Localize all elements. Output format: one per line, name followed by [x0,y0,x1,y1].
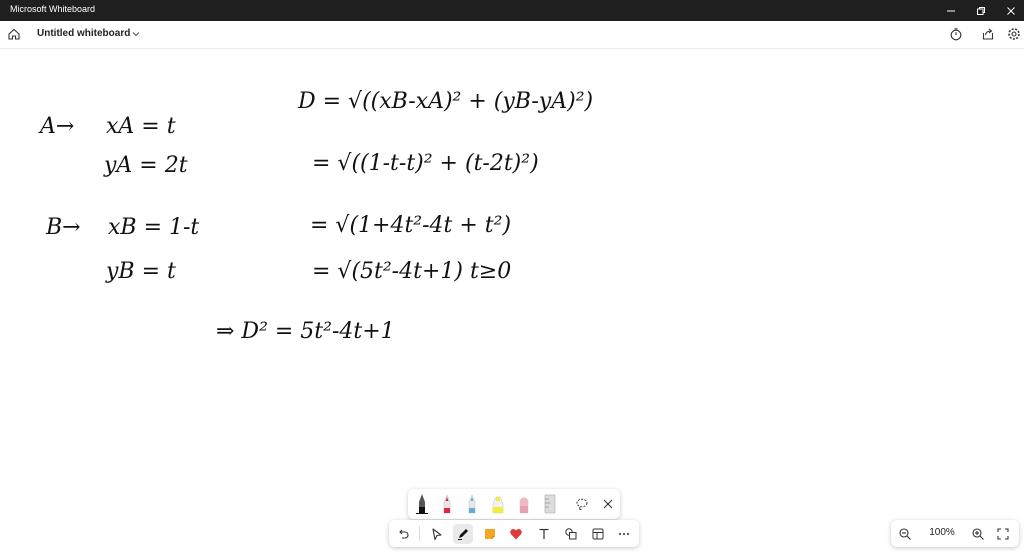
note-icon [485,529,495,539]
templates-tool[interactable] [588,524,608,544]
zoom-in-button[interactable] [968,524,988,544]
zoom-out-icon [899,528,911,540]
pen-tool[interactable] [453,524,473,544]
lasso-icon [576,498,588,511]
yellow-highlighter[interactable] [488,493,508,514]
ink-xa: xA = t [106,114,176,139]
app-header: Untitled whiteboard [0,21,1024,49]
ink-layer: A→ xA = t yA = 2t B→ xB = 1-t yB = t D =… [38,89,593,344]
ink-label-a: A→ [38,114,74,139]
select-icon [432,528,442,541]
pen-icon [458,529,468,540]
text-icon [539,528,549,539]
black-pen[interactable] [412,493,432,514]
ink-line-3: = √(1+4t²-4t + t²) [310,213,511,238]
pen-red-icon [443,494,451,514]
ink-line-4: = √(5t²-4t+1) t≥0 [312,259,511,284]
timer-icon [950,28,962,41]
chevron-down-icon [132,32,140,37]
restore-icon [977,6,985,15]
ink-yb: yB = t [105,259,176,284]
restore-button[interactable] [966,0,996,21]
ink-xb: xB = 1-t [108,215,199,240]
settings-button[interactable] [1004,24,1024,44]
main-toolbar [389,520,639,547]
close-icon [1007,6,1015,15]
ink-line-2: = √((1-t-t)² + (t-2t)²) [312,151,539,176]
document-title[interactable]: Untitled whiteboard [37,28,130,39]
ink-line-5: ⇒ D² = 5t²-4t+1 [216,319,395,344]
home-button[interactable] [4,24,24,44]
note-tool[interactable] [480,524,500,544]
pen-blue-icon [468,494,476,514]
window-titlebar: Microsoft Whiteboard [0,0,1024,21]
reactions-tool[interactable] [506,524,526,544]
more-tools-button[interactable] [614,524,634,544]
pen-tray [408,489,620,519]
zoom-out-button[interactable] [895,524,915,544]
pen-black-icon [416,494,428,514]
fit-screen-icon [997,528,1009,540]
blue-pen[interactable] [462,493,482,514]
gear-icon [1008,28,1020,40]
minimize-icon [947,10,955,11]
templates-icon [592,528,604,540]
fit-to-screen-button[interactable] [993,524,1013,544]
timer-button[interactable] [946,24,966,44]
title-menu-button[interactable] [126,24,146,44]
close-tray-button[interactable] [598,494,618,514]
ink-label-b: B→ [45,215,81,240]
ink-ya: yA = 2t [103,153,188,178]
toolbar-divider [419,526,420,541]
ruler[interactable] [540,493,560,514]
highlighter-yellow-icon [492,496,504,514]
shapes-icon [565,528,577,540]
zoom-in-icon [972,528,984,540]
pink-pen[interactable] [514,493,534,514]
text-tool[interactable] [534,524,554,544]
share-button[interactable] [978,24,998,44]
red-pen[interactable] [437,493,457,514]
window-title: Microsoft Whiteboard [10,4,96,14]
select-tool[interactable] [427,524,447,544]
reactions-icon [510,529,522,540]
undo-icon [399,529,409,539]
share-icon [982,28,994,40]
ruler-icon [544,494,556,514]
minimize-button[interactable] [936,0,966,21]
whiteboard-canvas[interactable]: A→ xA = t yA = 2t B→ xB = 1-t yB = t D =… [0,48,1024,548]
close-window-button[interactable] [996,0,1024,21]
shapes-tool[interactable] [561,524,581,544]
home-icon [8,28,20,40]
lasso-select-button[interactable] [572,494,592,514]
zoom-level[interactable]: 100% [924,527,960,538]
undo-button[interactable] [393,524,413,544]
pen-pink-icon [519,497,529,514]
zoom-control: 100% [891,520,1019,547]
close-icon [603,499,613,509]
more-icon [619,533,629,535]
ink-line-1: D = √((xB-xA)² + (yB-yA)²) [297,89,593,114]
